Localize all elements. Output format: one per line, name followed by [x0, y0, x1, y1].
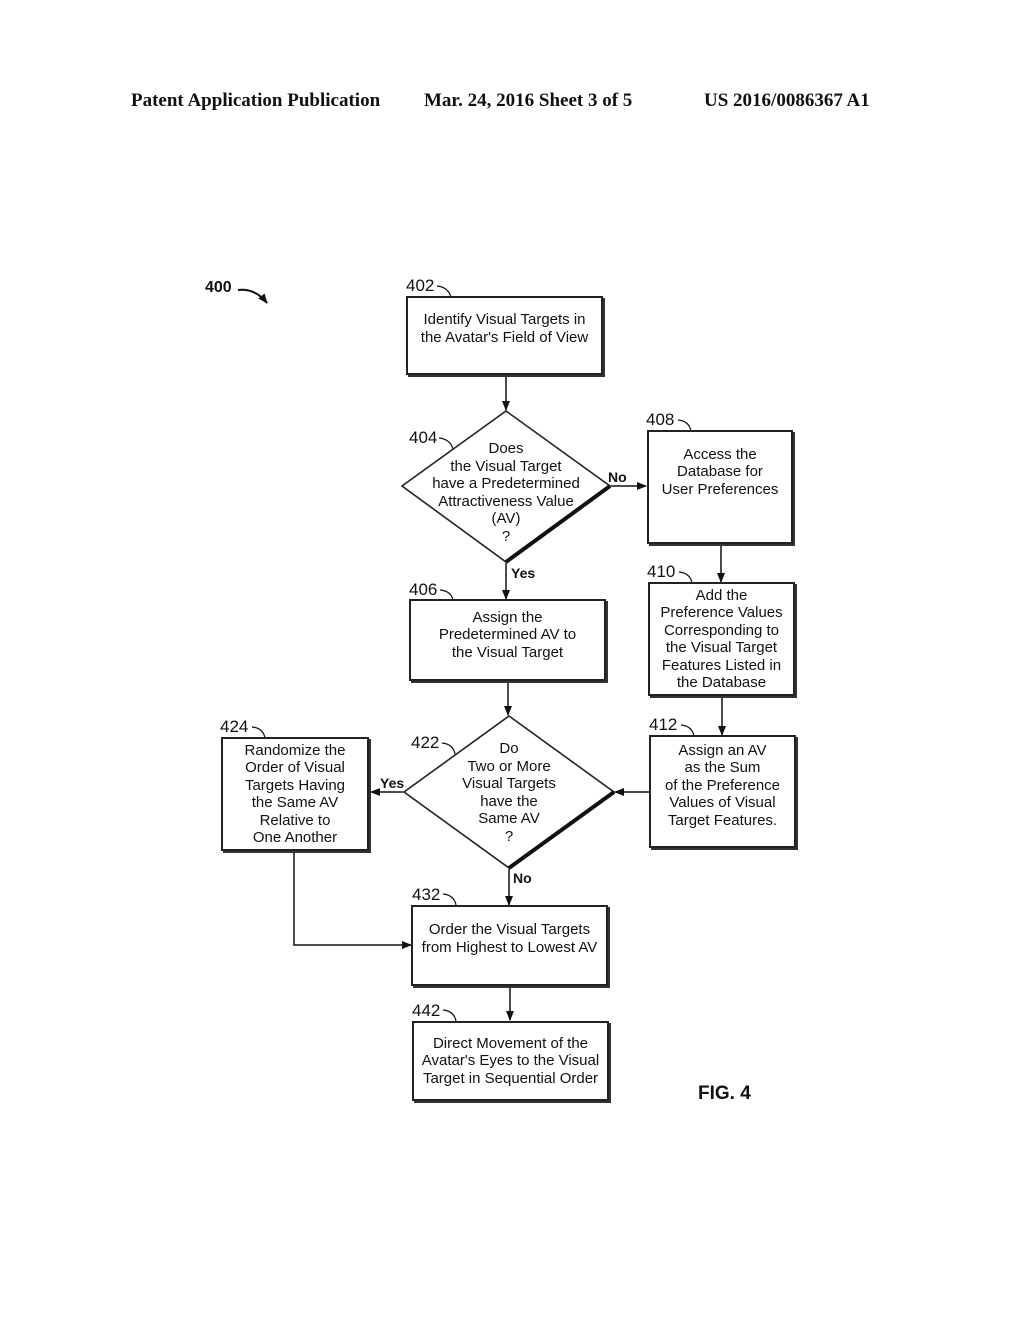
- process-box-442: Direct Movement of the Avatar's Eyes to …: [412, 1021, 609, 1101]
- ref-number-402: 402: [406, 276, 435, 295]
- ref-number-424: 424: [220, 717, 249, 736]
- process-box-406: Assign the Predetermined AV to the Visua…: [409, 599, 606, 681]
- process-box-410: Add the Preference Values Corresponding …: [648, 582, 795, 696]
- edge-label-no-422: No: [513, 870, 532, 886]
- figure-ref-arrow: [237, 288, 268, 304]
- process-box-432: Order the Visual Targets from Highest to…: [411, 905, 608, 986]
- ref-number-412: 412: [649, 715, 678, 734]
- process-box-424: Randomize the Order of Visual Targets Ha…: [221, 737, 369, 851]
- process-box-408: Access the Database for User Preferences: [647, 430, 793, 544]
- edge-label-yes-422: Yes: [380, 775, 405, 791]
- process-box-402: Identify Visual Targets in the Avatar's …: [406, 296, 603, 375]
- process-box-412: Assign an AV as the Sum of the Preferenc…: [649, 735, 796, 848]
- ref-number-408: 408: [646, 410, 675, 429]
- decision-text-404: Does the Visual Target have a Predetermi…: [432, 440, 580, 545]
- ref-number-432: 432: [412, 885, 441, 904]
- ref-leader-442: [442, 1009, 457, 1022]
- ref-number-442: 442: [412, 1001, 441, 1020]
- ref-number-422: 422: [411, 733, 440, 752]
- figure-label: FIG. 4: [698, 1083, 751, 1104]
- edge-label-no-404: No: [608, 469, 627, 485]
- ref-number-406: 406: [409, 580, 438, 599]
- edge-label-yes-404: Yes: [511, 565, 536, 581]
- edge-424-432: [293, 852, 412, 949]
- figure-ref-number: 400: [205, 279, 232, 296]
- ref-number-410: 410: [647, 562, 676, 581]
- decision-text-422: Do Two or More Visual Targets have the S…: [462, 740, 556, 845]
- ref-leader-432: [442, 893, 457, 906]
